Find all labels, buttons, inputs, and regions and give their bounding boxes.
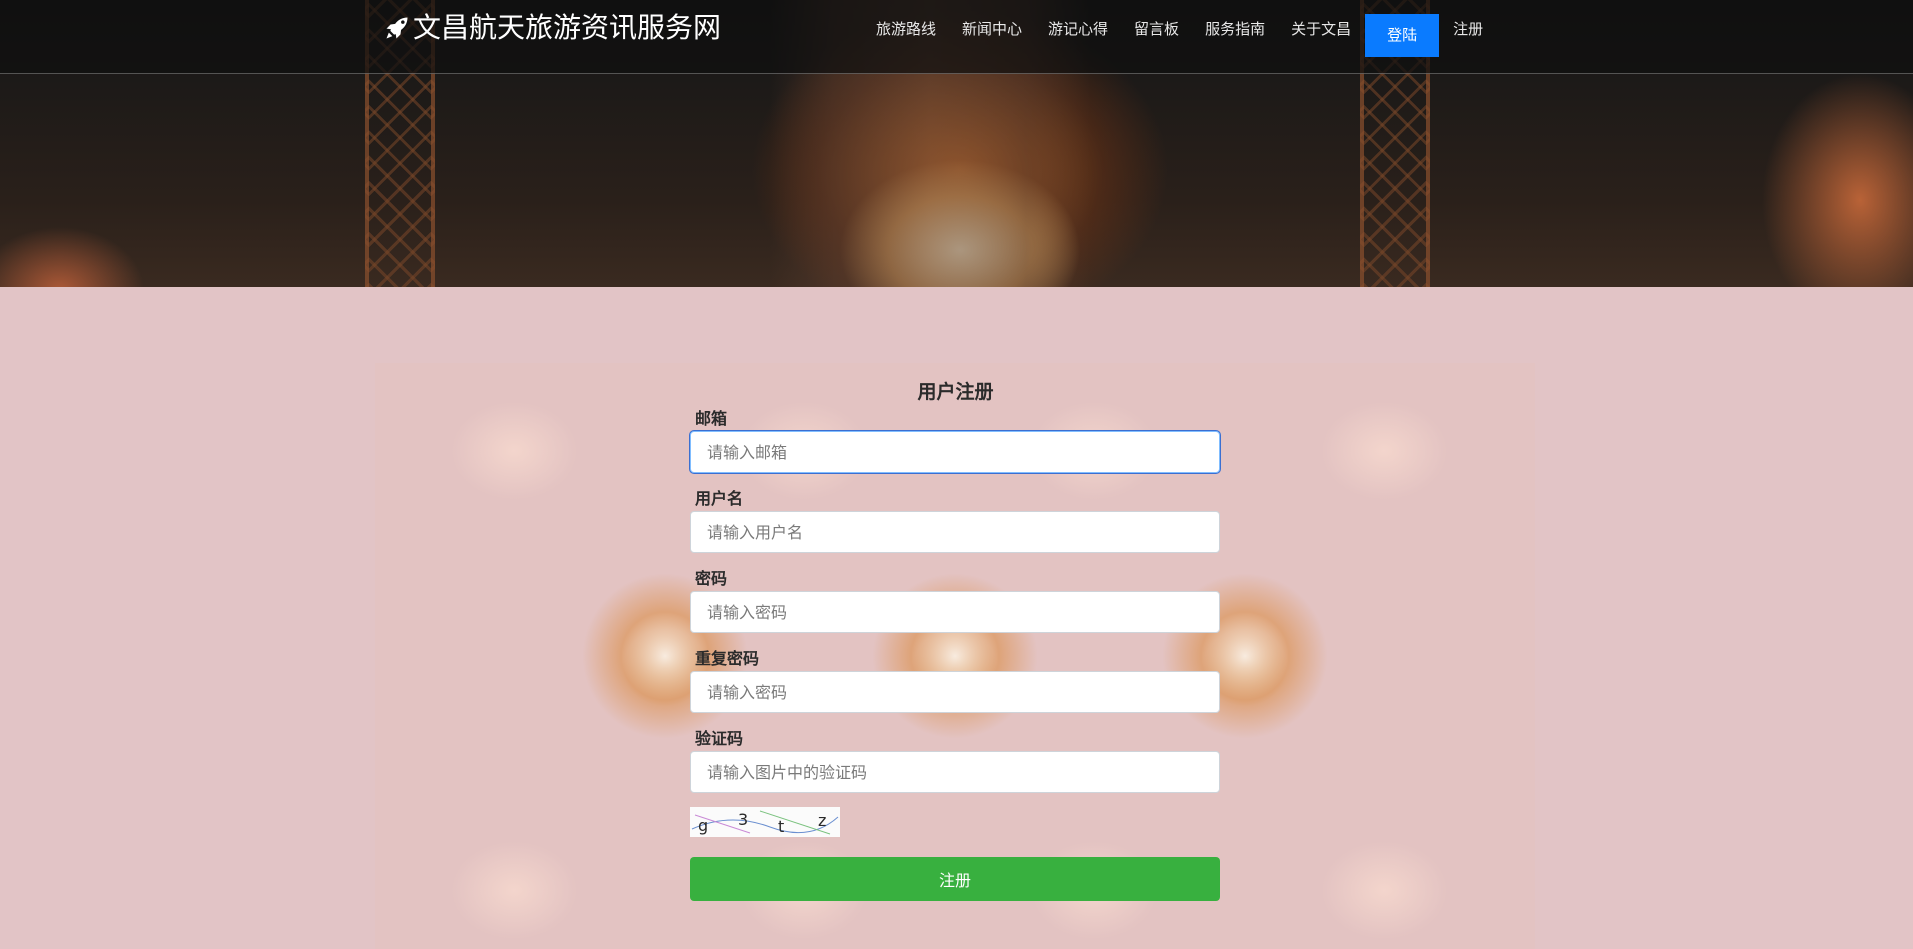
- site-brand[interactable]: 文昌航天旅游资讯服务网: [383, 9, 721, 47]
- register-panel: 用户注册 邮箱 用户名 密码 重复密码 验证码 g 3 t z 注册: [375, 363, 1535, 949]
- site-title: 文昌航天旅游资讯服务网: [413, 11, 722, 44]
- main-nav: 旅游路线 新闻中心 游记心得 留言板 服务指南 关于文昌 登陆 注册: [860, 0, 1913, 57]
- username-field[interactable]: [690, 511, 1220, 553]
- register-submit-button[interactable]: 注册: [690, 857, 1220, 901]
- register-link[interactable]: 注册: [1453, 18, 1483, 39]
- nav-item-news[interactable]: 新闻中心: [962, 18, 1022, 39]
- nav-item-service-guide[interactable]: 服务指南: [1205, 18, 1265, 39]
- email-label: 邮箱: [695, 409, 728, 428]
- password-field[interactable]: [690, 591, 1220, 633]
- register-form: 用户注册 邮箱 用户名 密码 重复密码 验证码 g 3 t z 注册: [690, 363, 1221, 901]
- captcha-char-3: t: [778, 817, 784, 836]
- hero-banner: 文昌航天旅游资讯服务网 旅游路线 新闻中心 游记心得 留言板 服务指南 关于文昌…: [0, 0, 1913, 287]
- repeat-password-field[interactable]: [690, 671, 1220, 713]
- username-label: 用户名: [695, 489, 744, 508]
- nav-item-about[interactable]: 关于文昌: [1291, 18, 1351, 39]
- nav-item-message-board[interactable]: 留言板: [1134, 18, 1179, 39]
- rocket-icon: [386, 17, 408, 39]
- login-button[interactable]: 登陆: [1365, 14, 1440, 57]
- top-navbar: 文昌航天旅游资讯服务网 旅游路线 新闻中心 游记心得 留言板 服务指南 关于文昌…: [0, 0, 1913, 74]
- captcha-char-2: 3: [738, 810, 748, 829]
- captcha-char-1: g: [698, 816, 708, 835]
- form-title: 用户注册: [917, 381, 994, 403]
- repeat-password-label: 重复密码: [695, 649, 760, 668]
- email-field[interactable]: [690, 431, 1220, 473]
- nav-item-routes[interactable]: 旅游路线: [876, 18, 936, 39]
- nav-item-travelogue[interactable]: 游记心得: [1048, 18, 1108, 39]
- password-label: 密码: [695, 569, 728, 588]
- captcha-field[interactable]: [690, 751, 1220, 793]
- captcha-char-4: z: [818, 811, 826, 830]
- captcha-label: 验证码: [695, 729, 744, 748]
- captcha-image[interactable]: g 3 t z: [690, 807, 840, 837]
